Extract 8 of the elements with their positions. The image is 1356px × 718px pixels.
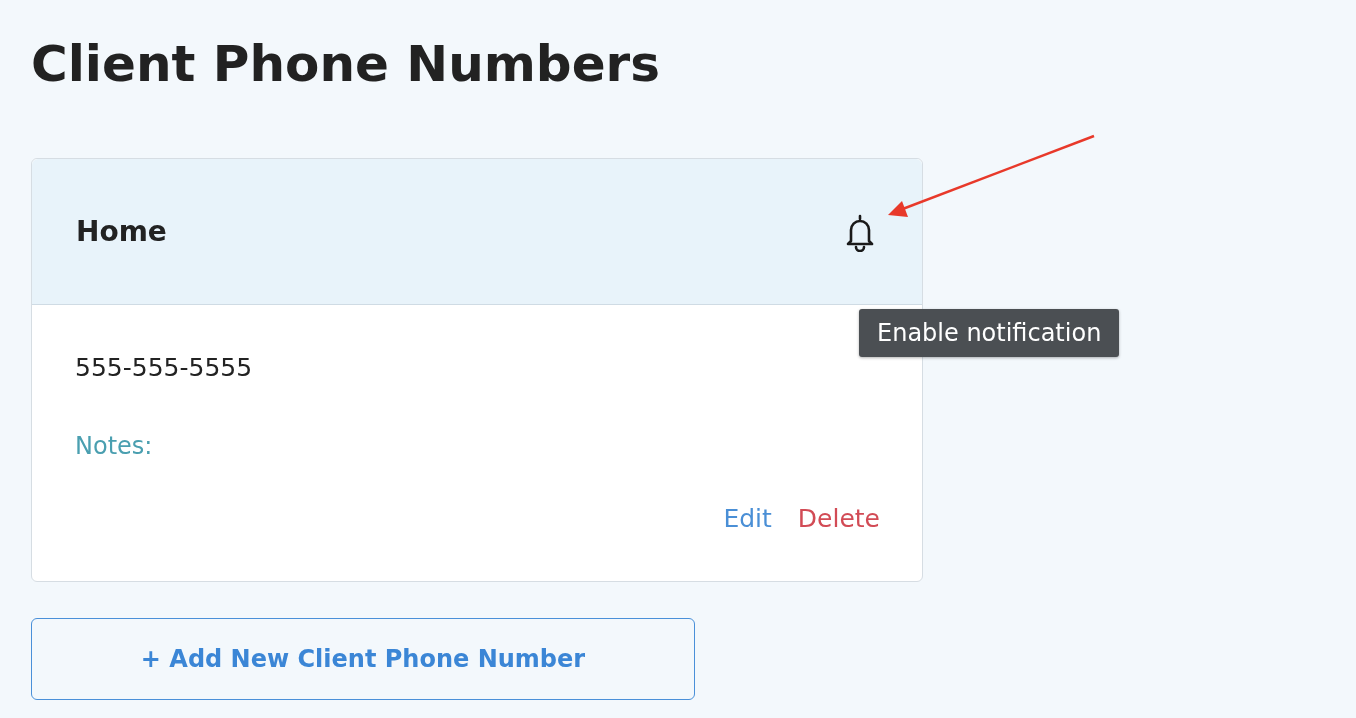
page-title: Client Phone Numbers xyxy=(31,34,661,95)
delete-link[interactable]: Delete xyxy=(797,504,880,533)
add-phone-button[interactable]: + Add New Client Phone Number xyxy=(31,618,695,700)
card-label: Home xyxy=(76,215,167,248)
tooltip: Enable notification xyxy=(859,309,1120,357)
notes-label: Notes: xyxy=(75,432,154,460)
phone-number: 555-555-5555 xyxy=(75,353,254,382)
edit-link[interactable]: Edit xyxy=(723,504,772,533)
